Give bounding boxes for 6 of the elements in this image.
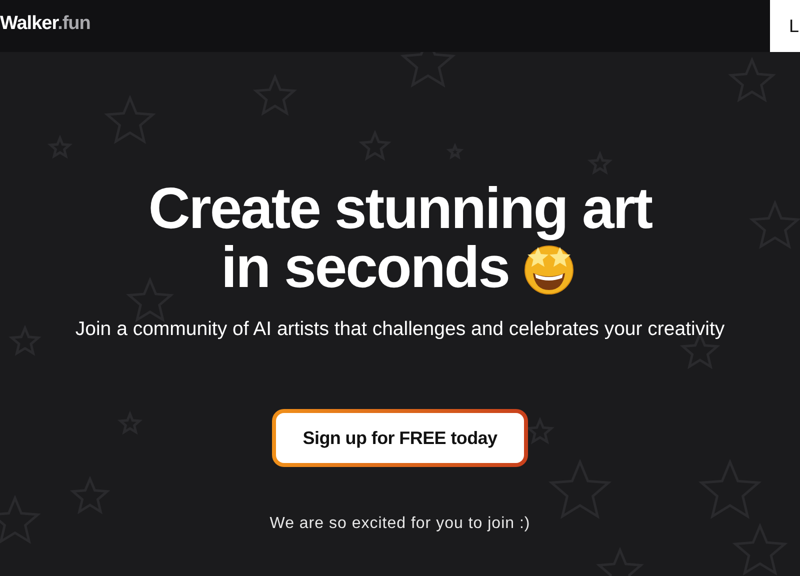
hero-subtitle: Join a community of AI artists that challenges and celebrates your creativity	[75, 318, 725, 341]
welcome-note: We are so excited for you to join :)	[270, 515, 530, 533]
hero-title: Create stunning art	[148, 179, 652, 238]
hero-title: in seconds	[221, 238, 509, 297]
logo[interactable]: Walker.fun	[0, 13, 90, 35]
login-button[interactable]: L	[770, 0, 800, 52]
